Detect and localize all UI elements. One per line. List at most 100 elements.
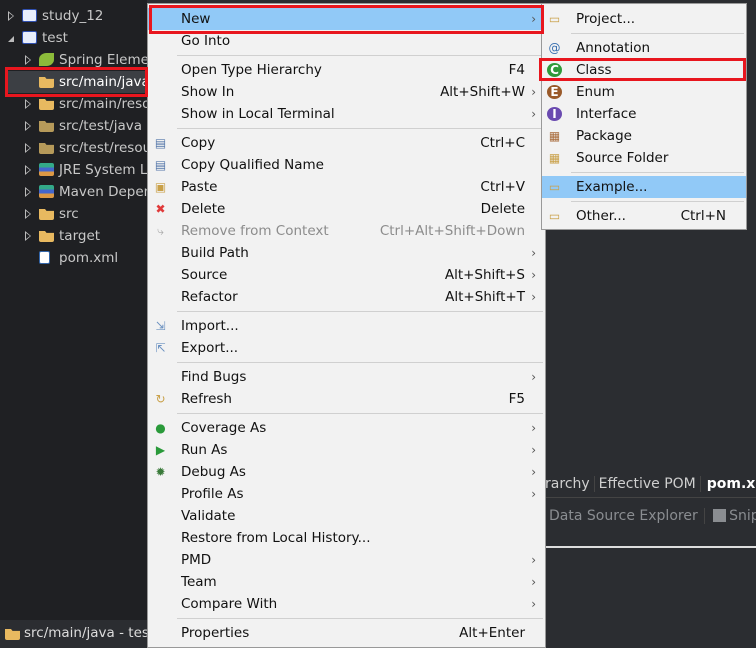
menu-item-coverage-as[interactable]: ● Coverage As › — [148, 417, 545, 439]
menu-item-remove-from-context: ⤷ Remove from Context Ctrl+Alt+Shift+Down — [148, 220, 545, 242]
menu-item-paste[interactable]: ▣ Paste Ctrl+V — [148, 176, 545, 198]
tree-item-src-test-java[interactable]: src/test/java — [0, 115, 147, 137]
tree-item-src[interactable]: src — [0, 203, 147, 225]
menu-item-compare-with[interactable]: Compare With › — [148, 593, 545, 615]
tab-pom-xml[interactable]: pom.xml — [701, 476, 756, 492]
menu-item-export[interactable]: ⇱ Export... — [148, 337, 545, 359]
menu-item-label: Compare With — [181, 596, 278, 612]
menu-item-label: Delete — [181, 201, 226, 217]
package-explorer: study_12test Spring Elements src/main/java… — [0, 0, 147, 620]
menu-separator — [148, 410, 545, 417]
menu-item-find-bugs[interactable]: Find Bugs › — [148, 366, 545, 388]
menu-item-run-as[interactable]: ▶ Run As › — [148, 439, 545, 461]
menu-item-class[interactable]: C Class — [542, 59, 746, 81]
menu-item-refresh[interactable]: ↻ Refresh F5 — [148, 388, 545, 410]
collapse-arrow-icon[interactable] — [8, 36, 14, 42]
shortcut: Alt+Shift+S — [444, 267, 525, 283]
menu-item-copy[interactable]: ▤ Copy Ctrl+C — [148, 132, 545, 154]
chevron-right-icon: › — [531, 421, 536, 435]
tree-item-target[interactable]: target — [0, 225, 147, 247]
chevron-right-icon: › — [531, 12, 536, 26]
shortcut: Ctrl+Alt+Shift+Down — [379, 223, 525, 239]
menu-item-label: Refactor — [181, 289, 238, 305]
library-icon — [39, 163, 54, 176]
menu-item-other[interactable]: ▭ Other... Ctrl+N — [542, 205, 746, 227]
chevron-right-icon: › — [531, 268, 536, 282]
menu-item-label: Remove from Context — [181, 223, 329, 239]
tree-item-label: pom.xml — [59, 250, 119, 266]
menu-item-validate[interactable]: Validate — [148, 505, 545, 527]
menu-item-package[interactable]: ▦ Package — [542, 125, 746, 147]
source-folder-icon — [39, 76, 54, 88]
shortcut: Delete — [480, 201, 525, 217]
tree-item-maven-dependencies[interactable]: Maven Dependencies — [0, 181, 147, 203]
menu-item-interface[interactable]: I Interface — [542, 103, 746, 125]
test-source-folder-icon — [39, 120, 54, 132]
menu-item-import[interactable]: ⇲ Import... — [148, 315, 545, 337]
menu-item-show-in-local-terminal[interactable]: Show in Local Terminal › — [148, 103, 545, 125]
expand-arrow-icon[interactable] — [8, 11, 14, 21]
expand-arrow-icon[interactable] — [25, 99, 31, 109]
menu-item-label: Annotation — [576, 40, 651, 56]
new-class-icon: C — [547, 63, 562, 77]
menu-separator — [148, 615, 545, 622]
tree-item-jre-system-library[interactable]: JRE System Library — [0, 159, 147, 181]
menu-item-source-folder[interactable]: ▦ Source Folder — [542, 147, 746, 169]
menu-item-project[interactable]: ▭ Project... — [542, 8, 746, 30]
expand-arrow-icon[interactable] — [25, 187, 31, 197]
context-menu: New › Go Into Open Type Hierarchy F4 Show In A… — [147, 3, 546, 648]
menu-item-label: Example... — [576, 179, 648, 195]
menu-item-refactor[interactable]: Refactor Alt+Shift+T › — [148, 286, 545, 308]
tree-item-label: Spring Elements — [59, 52, 147, 68]
menu-item-label: Restore from Local History... — [181, 530, 371, 546]
menu-item-enum[interactable]: E Enum — [542, 81, 746, 103]
new-source-folder-icon: ▦ — [548, 151, 561, 165]
chevron-right-icon: › — [531, 290, 536, 304]
menu-item-open-type-hierarchy[interactable]: Open Type Hierarchy F4 — [148, 59, 545, 81]
source-folder-icon — [5, 628, 20, 640]
menu-item-properties[interactable]: Properties Alt+Enter — [148, 622, 545, 644]
expand-arrow-icon[interactable] — [25, 55, 31, 65]
tree-item-src-main-resources[interactable]: src/main/resources — [0, 93, 147, 115]
shortcut: F5 — [508, 391, 525, 407]
menu-item-annotation[interactable]: @ Annotation — [542, 37, 746, 59]
tree-item-label: src — [59, 206, 79, 222]
tree-item-src-main-java[interactable]: src/main/java — [0, 71, 147, 93]
menu-item-restore-from-local-history[interactable]: Restore from Local History... — [148, 527, 545, 549]
maven-project-icon — [22, 31, 37, 44]
menu-item-debug-as[interactable]: ✹ Debug As › — [148, 461, 545, 483]
tab-effective-pom[interactable]: Effective POM — [594, 476, 701, 492]
menu-item-go-into[interactable]: Go Into — [148, 30, 545, 52]
tree-item-label: Maven Dependencies — [59, 184, 147, 200]
menu-item-label: Copy Qualified Name — [181, 157, 324, 173]
menu-item-label: Show in Local Terminal — [181, 106, 335, 122]
menu-item-team[interactable]: Team › — [148, 571, 545, 593]
menu-item-show-in[interactable]: Show In Alt+Shift+W › — [148, 81, 545, 103]
expand-arrow-icon[interactable] — [25, 209, 31, 219]
tree-item-test[interactable]: test — [0, 27, 147, 49]
menu-item-copy-qualified-name[interactable]: ▤ Copy Qualified Name — [148, 154, 545, 176]
menu-item-pmd[interactable]: PMD › — [148, 549, 545, 571]
menu-item-delete[interactable]: ✖ Delete Delete — [148, 198, 545, 220]
menu-item-label: Team — [181, 574, 217, 590]
tree-item-pom-xml[interactable]: pom.xml — [0, 247, 147, 269]
view-snippets[interactable]: Snippets — [729, 508, 756, 524]
menu-item-build-path[interactable]: Build Path › — [148, 242, 545, 264]
expand-arrow-icon[interactable] — [25, 165, 31, 175]
menu-item-source[interactable]: Source Alt+Shift+S › — [148, 264, 545, 286]
menu-item-profile-as[interactable]: Profile As › — [148, 483, 545, 505]
view-data-source-explorer[interactable]: Data Source Explorer — [546, 508, 705, 524]
menu-item-example[interactable]: ▭ Example... — [542, 176, 746, 198]
tree-item-study-12[interactable]: study_12 — [0, 5, 147, 27]
divider — [546, 546, 756, 548]
expand-arrow-icon[interactable] — [25, 143, 31, 153]
expand-arrow-icon[interactable] — [25, 121, 31, 131]
chevron-right-icon: › — [531, 85, 536, 99]
tree-item-label: test — [42, 30, 68, 46]
editor-tabs: HierarchyEffective POMpom.xml — [518, 470, 756, 498]
chevron-right-icon: › — [531, 443, 536, 457]
expand-arrow-icon[interactable] — [25, 231, 31, 241]
menu-item-new[interactable]: New › — [148, 8, 545, 30]
tree-item-src-test-resources[interactable]: src/test/resources — [0, 137, 147, 159]
tree-item-spring-elements[interactable]: Spring Elements — [0, 49, 147, 71]
